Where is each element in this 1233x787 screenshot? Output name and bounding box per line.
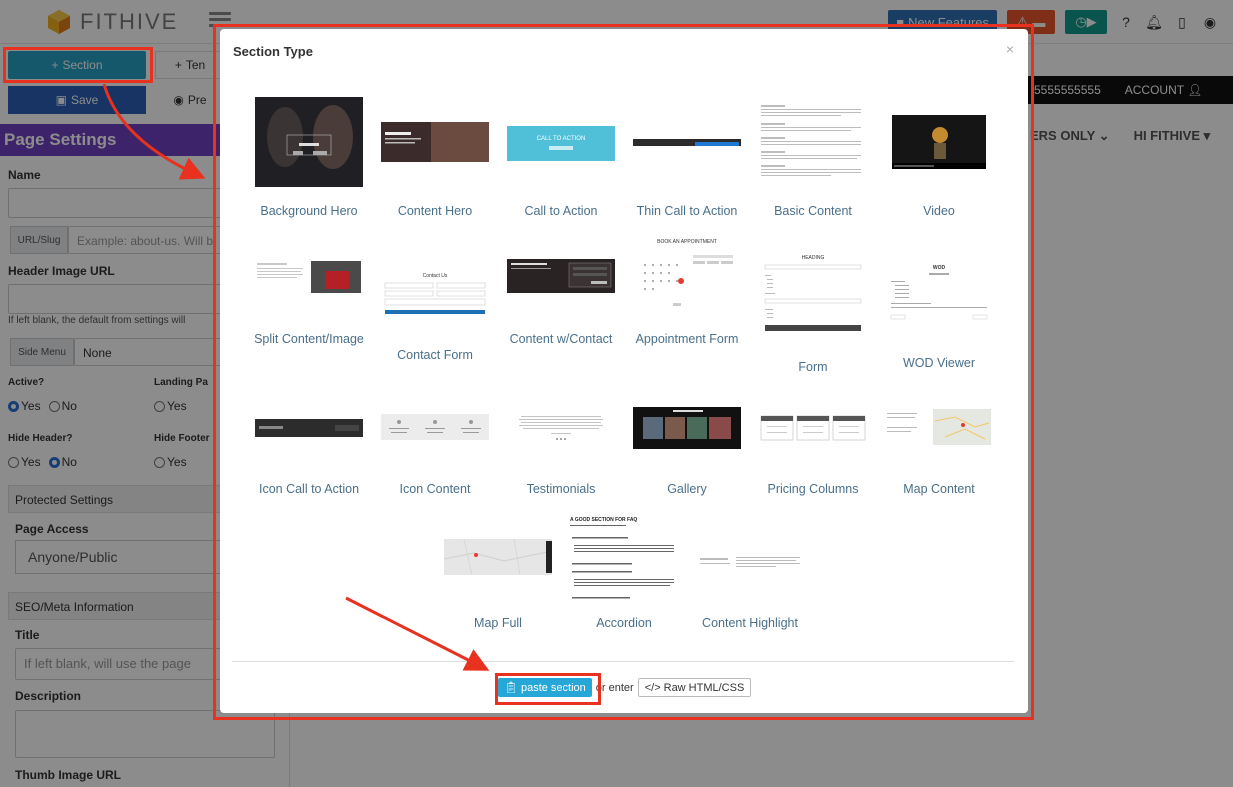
section-card-gallery[interactable]: Gallery — [627, 407, 747, 499]
card-label: Basic Content — [774, 204, 852, 218]
card-label: WOD Viewer — [902, 356, 975, 370]
section-card-video[interactable]: Video — [879, 97, 999, 218]
modal-footer-divider — [232, 661, 1014, 662]
section-card-contact-form[interactable]: Contact Us Contact Form — [375, 259, 495, 369]
section-card-split-content-image[interactable]: Split Content/Image — [249, 259, 369, 369]
section-type-grid: Background Hero Content Hero CALL TO ACT… — [220, 29, 1028, 659]
appointment-form-thumb: BOOK AN APPOINTMENT — [633, 239, 741, 311]
card-label: Form — [798, 360, 828, 374]
card-label: Icon Content — [399, 482, 471, 496]
wod-viewer-thumb: WOD — [885, 265, 993, 325]
card-label: Video — [923, 204, 955, 218]
code-icon: </> — [644, 681, 661, 694]
section-card-testimonials[interactable]: Testimonials — [501, 414, 621, 499]
section-card-icon-content[interactable]: Icon Content — [375, 414, 495, 499]
background-hero-thumb — [255, 97, 363, 187]
card-label: Thin Call to Action — [636, 204, 738, 218]
content-hero-thumb — [381, 122, 489, 162]
card-label: Content Hero — [397, 204, 473, 218]
section-card-call-to-action[interactable]: CALL TO ACTION Call to Action — [501, 97, 621, 218]
card-label: Content w/Contact — [509, 332, 613, 346]
card-label: Map Full — [474, 616, 522, 630]
card-label: Content Highlight — [702, 616, 798, 630]
raw-html-css-button[interactable]: </> Raw HTML/CSS — [637, 678, 752, 697]
section-type-modal: Section Type × Background Hero Content H… — [220, 29, 1028, 713]
card-label: Testimonials — [526, 482, 596, 496]
card-label: Background Hero — [260, 204, 358, 218]
section-card-basic-content[interactable]: Basic Content — [753, 97, 873, 218]
section-card-wod-viewer[interactable]: WOD WOD Viewer — [879, 265, 999, 370]
section-card-background-hero[interactable]: Background Hero — [249, 97, 369, 218]
pricing-columns-thumb — [759, 414, 867, 442]
card-label: Gallery — [667, 482, 707, 496]
testimonials-thumb — [507, 414, 615, 442]
call-to-action-thumb: CALL TO ACTION — [507, 126, 615, 161]
section-card-content-w-contact[interactable]: Content w/Contact — [501, 259, 621, 369]
section-card-icon-call-to-action[interactable]: Icon Call to Action — [249, 419, 369, 499]
card-label: Map Content — [903, 482, 975, 496]
map-full-thumb — [444, 539, 552, 575]
section-card-content-hero[interactable]: Content Hero — [375, 97, 495, 218]
thin-call-to-action-thumb — [633, 136, 741, 146]
gallery-thumb — [633, 407, 741, 449]
card-label: Contact Form — [397, 348, 473, 362]
section-card-form[interactable]: HEADING Form — [753, 255, 873, 374]
icon-call-to-action-thumb — [255, 419, 363, 437]
card-label: Pricing Columns — [767, 482, 859, 496]
map-content-thumb — [885, 407, 993, 447]
thumb-button-shape — [549, 146, 573, 150]
or-enter-text: or enter — [595, 681, 634, 694]
thumb-text: CALL TO ACTION — [536, 136, 586, 142]
section-card-map-content[interactable]: Map Content — [879, 407, 999, 499]
card-label: Icon Call to Action — [258, 482, 360, 496]
section-card-thin-call-to-action[interactable]: Thin Call to Action — [627, 97, 747, 218]
card-label: Call to Action — [524, 204, 598, 218]
raw-html-css-label: Raw HTML/CSS — [663, 681, 745, 694]
card-label: Appointment Form — [635, 332, 739, 346]
video-thumb — [885, 115, 993, 169]
icon-content-thumb — [381, 414, 489, 440]
basic-content-thumb — [759, 103, 867, 181]
contact-form-thumb: Contact Us — [381, 273, 489, 319]
section-card-pricing-columns[interactable]: Pricing Columns — [753, 414, 873, 499]
form-thumb: HEADING — [759, 255, 867, 331]
section-button-highlight — [3, 47, 153, 83]
card-label: Split Content/Image — [254, 332, 364, 346]
accordion-thumb: A GOOD SECTION FOR FAQ — [570, 517, 678, 609]
section-card-content-highlight[interactable]: Content Highlight — [690, 549, 810, 634]
content-w-contact-thumb — [507, 259, 615, 293]
paste-button-highlight — [495, 673, 601, 705]
content-highlight-thumb — [696, 554, 804, 570]
split-content-image-thumb — [255, 259, 363, 295]
section-card-map-full[interactable]: Map Full — [438, 539, 558, 634]
card-label: Accordion — [596, 616, 652, 630]
section-card-accordion[interactable]: A GOOD SECTION FOR FAQ Accordion — [564, 517, 684, 634]
section-card-appointment-form[interactable]: BOOK AN APPOINTMENT Appointment Form — [627, 239, 747, 369]
